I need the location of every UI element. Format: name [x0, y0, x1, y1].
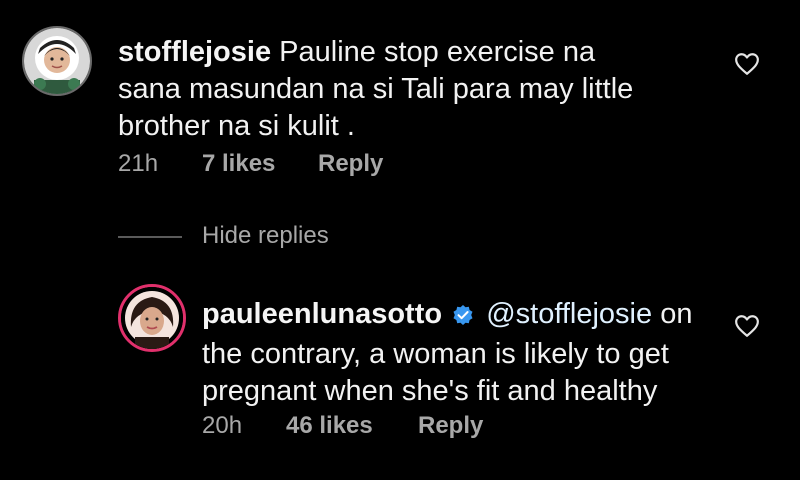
user-avatar-icon	[121, 287, 183, 349]
reply-likes[interactable]: 46 likes	[286, 412, 373, 440]
reply-timestamp: 20h	[202, 412, 243, 439]
hide-replies-divider	[118, 236, 182, 238]
comment-body: stofflejosie Pauline stop exercise na sa…	[118, 34, 658, 145]
reply-comment: pauleenlunasotto @stofflejosie on the co…	[0, 270, 800, 480]
like-heart-icon[interactable]	[734, 314, 760, 338]
hide-replies-label: Hide replies	[202, 222, 329, 249]
reply-body: pauleenlunasotto @stofflejosie on the co…	[202, 296, 722, 410]
verified-badge-icon	[452, 299, 474, 336]
comment-likes[interactable]: 7 likes	[202, 150, 275, 178]
comment-timestamp: 21h	[118, 150, 159, 177]
reply-meta: 20h 46 likes Reply	[202, 412, 522, 442]
like-heart-icon[interactable]	[734, 52, 760, 76]
user-avatar-icon	[24, 28, 90, 94]
commenter-avatar[interactable]	[22, 26, 92, 96]
reply-avatar[interactable]	[118, 284, 186, 352]
comment-reply-button[interactable]: Reply	[318, 150, 383, 178]
comment-username[interactable]: stofflejosie	[118, 36, 271, 68]
comment: stofflejosie Pauline stop exercise na sa…	[0, 0, 800, 200]
comment-meta: 21h 7 likes Reply	[118, 150, 438, 180]
reply-username[interactable]: pauleenlunasotto	[202, 298, 442, 330]
reply-reply-button[interactable]: Reply	[418, 412, 483, 440]
reply-mention-link[interactable]: @stofflejosie	[486, 298, 652, 330]
